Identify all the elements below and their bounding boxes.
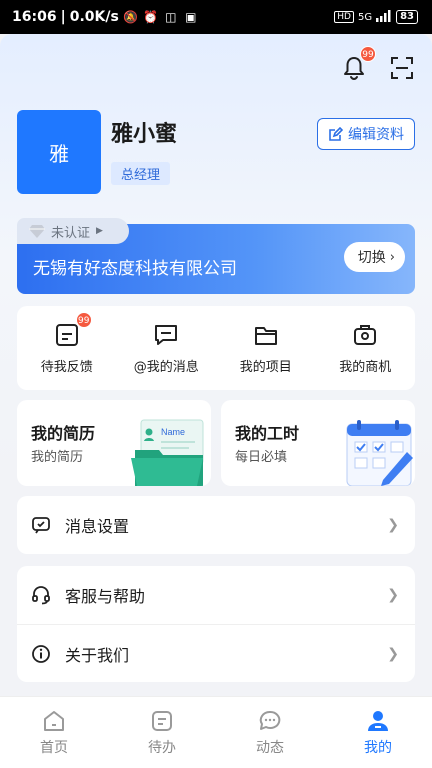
shortcut-card: 99 待我反馈 @我的消息 我的项目 我的商机 xyxy=(17,306,415,390)
chevron-right-icon: › xyxy=(389,249,395,265)
edit-profile-label: 编辑资料 xyxy=(348,127,404,143)
status-net-speed: 0.0K/s xyxy=(69,9,119,25)
notification-badge: 99 xyxy=(360,46,376,62)
signal-icon xyxy=(376,9,392,25)
scan-icon xyxy=(391,57,413,79)
diamond-icon xyxy=(29,225,45,238)
feature-subtitle: 每日必填 xyxy=(235,450,288,465)
verify-arrow-icon: ▶ xyxy=(96,226,103,236)
resume-illustration: Name xyxy=(131,419,204,486)
nfc-icon: ◫ xyxy=(165,10,177,24)
chevron-right-icon: ❯ xyxy=(387,517,399,533)
feedback-icon: 99 xyxy=(54,311,92,348)
feature-row: 我的简历 我的简历 Name 我的工时 每日必填 xyxy=(17,400,415,486)
opportunity-icon xyxy=(352,322,378,348)
tab-label: 待办 xyxy=(148,739,176,756)
mute-icon: 🔕 xyxy=(123,10,139,24)
status-left: 16:06 | 0.0K/s 🔕 ⏰ ◫ ▣ xyxy=(12,9,199,25)
hd-indicator: HD xyxy=(334,11,354,23)
bottom-tab-bar: 首页 待办 动态 我的 xyxy=(0,696,432,768)
tab-activity[interactable]: 动态 xyxy=(216,697,324,768)
about-us-row[interactable]: 关于我们 ❯ xyxy=(17,624,415,682)
edit-icon xyxy=(329,126,343,141)
edit-profile-button[interactable]: 编辑资料 xyxy=(317,118,415,150)
avatar[interactable]: 雅 xyxy=(17,110,101,194)
message-icon xyxy=(153,322,179,348)
todo-icon xyxy=(152,710,172,731)
profile-section: 雅 雅小蜜 总经理 编辑资料 xyxy=(17,110,415,196)
feature-title: 我的工时 xyxy=(235,424,300,443)
user-icon xyxy=(368,710,388,731)
tab-label: 动态 xyxy=(256,739,284,756)
setting-label: 关于我们 xyxy=(65,645,130,665)
verify-status-label: 未认证 xyxy=(51,225,91,241)
company-name: 无锡有好态度科技有限公司 xyxy=(33,259,237,279)
home-icon xyxy=(44,710,64,731)
tab-label: 我的 xyxy=(364,739,392,756)
shortcut-projects[interactable]: 我的项目 xyxy=(216,306,316,390)
user-name: 雅小蜜 xyxy=(111,122,178,147)
shortcut-messages[interactable]: @我的消息 xyxy=(117,306,217,390)
alarm-icon: ⏰ xyxy=(143,10,159,24)
signal-label: 5G xyxy=(357,11,373,23)
tab-mine[interactable]: 我的 xyxy=(324,697,432,768)
app-notification-icon: ▣ xyxy=(185,10,197,24)
message-settings-row[interactable]: 消息设置 ❯ xyxy=(17,496,415,554)
scan-button[interactable] xyxy=(388,54,416,82)
shortcut-label: 我的项目 xyxy=(239,359,292,375)
shortcut-label: 我的商机 xyxy=(339,359,392,375)
verify-status-tab[interactable]: 未认证 ▶ xyxy=(17,218,129,244)
tab-home[interactable]: 首页 xyxy=(0,697,108,768)
switch-company-button[interactable]: 切换 › xyxy=(343,242,405,272)
tab-label: 首页 xyxy=(40,739,68,756)
chevron-right-icon: ❯ xyxy=(387,645,399,662)
tab-todo[interactable]: 待办 xyxy=(108,697,216,768)
shortcut-feedback[interactable]: 99 待我反馈 xyxy=(17,306,117,390)
my-page: 99 雅 雅小蜜 总经理 编辑资料 未认证 ▶ 无锡有好态度科技有限公司 切换 … xyxy=(0,34,432,768)
status-time: 16:06 xyxy=(12,9,57,25)
notification-button[interactable]: 99 xyxy=(340,46,376,82)
chat-icon xyxy=(259,710,281,730)
switch-label: 切换 xyxy=(357,250,386,266)
info-icon xyxy=(32,644,50,663)
chevron-right-icon: ❯ xyxy=(387,587,399,603)
resume-card[interactable]: 我的简历 我的简历 Name xyxy=(17,400,211,486)
shortcut-opportunities[interactable]: 我的商机 xyxy=(316,306,416,390)
status-separator: | xyxy=(60,9,66,25)
settings-card-2: 客服与帮助 ❯ 关于我们 ❯ xyxy=(17,566,415,682)
customer-service-row[interactable]: 客服与帮助 ❯ xyxy=(17,566,415,624)
message-settings-icon xyxy=(32,517,50,534)
company-card: 未认证 ▶ 无锡有好态度科技有限公司 切换 › xyxy=(17,218,415,294)
status-right: HD 5G 83 xyxy=(334,9,418,25)
setting-label: 消息设置 xyxy=(65,517,130,536)
battery-indicator: 83 xyxy=(396,10,418,24)
shortcut-label: 待我反馈 xyxy=(40,359,93,375)
work-hours-card[interactable]: 我的工时 每日必填 xyxy=(221,400,415,486)
feature-title: 我的简历 xyxy=(31,424,96,443)
setting-label: 客服与帮助 xyxy=(65,587,146,606)
feedback-badge: 99 xyxy=(75,311,92,328)
resume-art-label: Name xyxy=(161,427,185,437)
shortcut-label: @我的消息 xyxy=(133,359,199,375)
calendar-illustration xyxy=(346,420,413,486)
feature-subtitle: 我的简历 xyxy=(31,450,84,465)
status-bar: 16:06 | 0.0K/s 🔕 ⏰ ◫ ▣ HD 5G 83 xyxy=(0,0,432,34)
settings-card-1: 消息设置 ❯ xyxy=(17,496,415,554)
user-role-badge: 总经理 xyxy=(111,162,171,185)
project-icon xyxy=(253,322,279,348)
header-actions: 99 xyxy=(340,46,416,82)
headset-icon xyxy=(32,586,50,605)
